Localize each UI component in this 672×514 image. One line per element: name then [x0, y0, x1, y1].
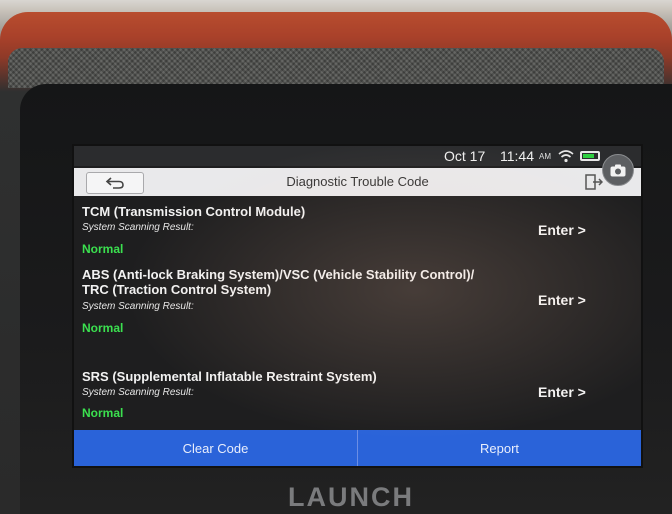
system-status: Normal: [82, 321, 124, 335]
system-name: SRS (Supplemental Inflatable Restraint S…: [82, 369, 377, 384]
system-name: TCM (Transmission Control Module): [82, 204, 306, 219]
status-time: 11:44: [500, 148, 534, 164]
camera-icon: [610, 164, 626, 176]
enter-button-srs[interactable]: Enter >: [538, 384, 586, 400]
clear-code-button[interactable]: Clear Code: [74, 430, 358, 466]
brand-logo: LAUNCH: [288, 482, 414, 512]
exit-door-icon: [585, 174, 603, 190]
screenshot-camera-button[interactable]: [602, 154, 634, 186]
scan-result-label: System Scanning Result:: [82, 387, 194, 398]
report-button[interactable]: Report: [358, 430, 641, 466]
system-status: Normal: [82, 406, 124, 420]
system-name-line-2: TRC (Traction Control System): [82, 282, 272, 297]
status-date: Oct 17: [444, 148, 486, 164]
system-status: Normal: [82, 242, 124, 256]
battery-icon: [580, 151, 600, 161]
scan-result-label: System Scanning Result:: [82, 301, 194, 312]
bottom-action-bar: Clear Code Report: [74, 430, 641, 466]
tablet-screen: Oct 17 11:44 AM Diagnostic Trouble Code: [74, 146, 641, 466]
system-list: TCM (Transmission Control Module) System…: [74, 198, 641, 426]
status-ampm: AM: [539, 152, 551, 161]
battery-level-fill: [583, 154, 594, 158]
enter-button-abs[interactable]: Enter >: [538, 292, 586, 308]
wifi-icon: [558, 150, 574, 163]
system-row-tcm[interactable]: TCM (Transmission Control Module) System…: [74, 198, 641, 262]
system-name-line-1: ABS (Anti-lock Braking System)/VSC (Vehi…: [82, 267, 475, 282]
system-row-abs[interactable]: ABS (Anti-lock Braking System)/VSC (Vehi…: [74, 262, 641, 354]
title-bar: Diagnostic Trouble Code: [74, 168, 641, 196]
scan-result-label: System Scanning Result:: [82, 222, 194, 233]
enter-button-tcm[interactable]: Enter >: [538, 222, 586, 238]
page-title: Diagnostic Trouble Code: [286, 174, 429, 189]
system-row-srs[interactable]: SRS (Supplemental Inflatable Restraint S…: [74, 354, 641, 426]
status-bar: Oct 17 11:44 AM: [74, 146, 641, 166]
device-grille: [8, 48, 664, 88]
